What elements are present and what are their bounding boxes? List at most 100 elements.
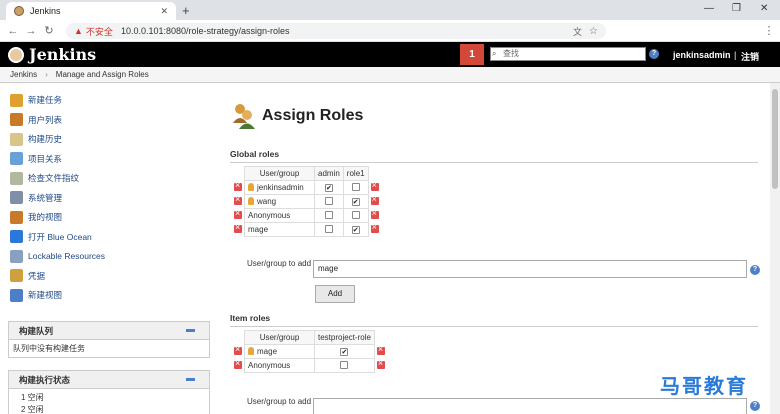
- notepad-icon: [10, 132, 23, 146]
- address-bar[interactable]: ▲ 不安全 10.0.0.101:8080/role-strategy/assi…: [66, 23, 606, 39]
- menu-icon[interactable]: ⋮: [760, 24, 778, 37]
- sidebar-task[interactable]: 检查文件指纹: [10, 171, 79, 185]
- sidebar-task-label[interactable]: 新建视图: [28, 289, 62, 301]
- user-group-label: Anonymous: [248, 211, 291, 220]
- role-checkbox[interactable]: [324, 184, 333, 192]
- sidebar-task[interactable]: 新建视图: [10, 288, 62, 302]
- blue-ocean-icon: [10, 230, 23, 243]
- sidebar-task-label[interactable]: 新建任务: [28, 94, 62, 106]
- item-user-group-input[interactable]: [313, 398, 747, 414]
- sidebar-task-label[interactable]: 构建历史: [28, 133, 62, 145]
- role-checkbox[interactable]: [351, 210, 360, 219]
- close-window-icon[interactable]: ✕: [760, 3, 768, 14]
- maximize-icon[interactable]: ❐: [732, 3, 741, 14]
- sidebar-task[interactable]: 构建历史: [10, 132, 62, 146]
- credentials-icon: [10, 269, 23, 282]
- jenkins-logo[interactable]: Jenkins: [8, 45, 96, 64]
- back-icon[interactable]: ←: [4, 25, 22, 37]
- user-group-label: mage: [248, 225, 269, 234]
- lock-icon: [10, 249, 23, 263]
- sidebar-task[interactable]: 用户列表: [10, 113, 62, 127]
- role-checkbox[interactable]: [324, 224, 333, 233]
- role-checkbox[interactable]: [351, 182, 360, 191]
- global-column-header: admin: [314, 166, 344, 181]
- executor-row: 1 空闲: [21, 393, 44, 402]
- scrollbar-thumb[interactable]: [772, 89, 778, 189]
- global-user-group-input[interactable]: mage: [313, 260, 747, 278]
- sidebar-task[interactable]: 新建任务: [10, 93, 62, 107]
- build-queue-header[interactable]: 构建队列: [9, 322, 209, 340]
- sidebar-task[interactable]: 凭据: [10, 269, 45, 283]
- table-row: mage: [232, 222, 381, 237]
- search-icon: ⌕: [492, 49, 497, 58]
- executors-header[interactable]: 构建执行状态: [9, 371, 209, 389]
- delete-row-icon[interactable]: [234, 180, 242, 191]
- sidebar-task-label[interactable]: 我的视图: [28, 211, 62, 223]
- user-group-name: Anonymous: [244, 358, 315, 373]
- reload-icon[interactable]: ↻: [40, 24, 58, 37]
- collapse-icon[interactable]: [186, 378, 195, 381]
- sidebar-task[interactable]: 我的视图: [10, 210, 62, 224]
- sidebar-task-label[interactable]: 项目关系: [28, 153, 62, 165]
- delete-row-icon[interactable]: [376, 358, 385, 369]
- delete-row-icon[interactable]: [234, 222, 242, 233]
- sidebar-task-label[interactable]: 系统管理: [28, 192, 62, 204]
- search-icon: [10, 152, 23, 165]
- browser-tab[interactable]: Jenkins ✕: [6, 2, 176, 20]
- logout-link[interactable]: 注销: [741, 50, 759, 63]
- executor-row: 2 空闲: [21, 405, 44, 414]
- delete-row-icon[interactable]: [234, 208, 242, 219]
- browser-toolbar: ← → ↻ ▲ 不安全 10.0.0.101:8080/role-strateg…: [0, 20, 780, 55]
- role-checkbox[interactable]: [340, 360, 349, 369]
- delete-row-icon[interactable]: [234, 194, 242, 205]
- minimize-icon[interactable]: —: [704, 3, 714, 14]
- build-queue-empty-text: 队列中没有构建任务: [13, 344, 85, 353]
- bookmark-star-icon[interactable]: ☆: [589, 26, 598, 37]
- sidebar-task-label[interactable]: 用户列表: [28, 114, 62, 126]
- delete-row-icon[interactable]: [234, 344, 242, 355]
- collapse-icon[interactable]: [186, 329, 195, 332]
- tab-title: Jenkins: [30, 6, 61, 16]
- breadcrumb-item-jenkins[interactable]: Jenkins: [10, 70, 37, 79]
- user-group-name: Anonymous: [244, 208, 315, 223]
- address-url: 10.0.0.101:8080/role-strategy/assign-rol…: [120, 26, 290, 36]
- role-checkbox[interactable]: [351, 198, 360, 206]
- help-icon[interactable]: ?: [649, 49, 659, 59]
- sidebar-task-label[interactable]: 凭据: [28, 270, 45, 282]
- sidebar-task-label[interactable]: 检查文件指纹: [28, 172, 79, 184]
- forward-icon[interactable]: →: [22, 25, 40, 37]
- sidebar-task-label[interactable]: 打开 Blue Ocean: [28, 231, 92, 243]
- delete-row-icon[interactable]: [376, 344, 385, 355]
- role-checkbox[interactable]: [340, 348, 349, 356]
- sidebar-task[interactable]: 项目关系: [10, 152, 62, 166]
- close-tab-icon[interactable]: ✕: [160, 6, 168, 17]
- role-checkbox[interactable]: [324, 196, 333, 205]
- role-checkbox[interactable]: [324, 210, 333, 219]
- delete-row-icon[interactable]: [370, 194, 379, 205]
- notification-badge[interactable]: 1: [460, 44, 484, 65]
- sidebar-task[interactable]: 打开 Blue Ocean: [10, 230, 92, 244]
- sidebar-task[interactable]: 系统管理: [10, 191, 62, 205]
- item-add-label: User/group to add: [247, 397, 312, 406]
- help-icon[interactable]: ?: [750, 401, 760, 411]
- delete-row-icon[interactable]: [370, 180, 379, 191]
- delete-row-icon[interactable]: [370, 208, 379, 219]
- delete-row-icon[interactable]: [234, 358, 242, 369]
- username-link[interactable]: jenkinsadmin: [673, 50, 731, 60]
- role-checkbox[interactable]: [351, 226, 360, 234]
- fingerprint-icon: [10, 171, 23, 185]
- page-scrollbar[interactable]: [770, 83, 780, 414]
- item-roles-table: User/grouptestproject-role mage Anonymous: [232, 330, 387, 373]
- sidebar-task[interactable]: Lockable Resources: [10, 249, 105, 263]
- help-icon[interactable]: ?: [750, 265, 760, 275]
- sidebar-task-label[interactable]: Lockable Resources: [28, 251, 105, 261]
- breadcrumb-item-manage-roles[interactable]: Manage and Assign Roles: [56, 70, 149, 79]
- table-row: wang: [232, 194, 381, 209]
- build-queue-title: 构建队列: [19, 325, 54, 336]
- delete-row-icon[interactable]: [370, 222, 379, 233]
- jenkins-header: Jenkins 1 查找 ⌕ ? jenkinsadmin | 注销: [0, 42, 780, 67]
- new-tab-icon[interactable]: +: [182, 3, 190, 18]
- global-add-button[interactable]: Add: [315, 285, 355, 303]
- translate-icon[interactable]: 文: [573, 25, 582, 38]
- search-input[interactable]: 查找: [490, 47, 646, 61]
